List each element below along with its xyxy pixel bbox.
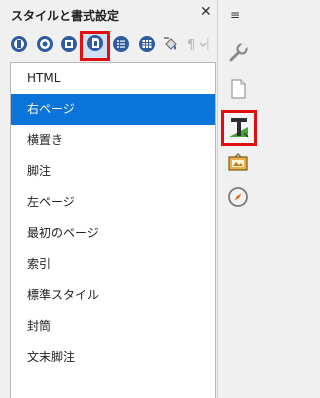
list-item-selected[interactable]: 右ページ: [11, 94, 215, 125]
list-item[interactable]: 最初のページ: [11, 218, 215, 249]
new-style-icon[interactable]: ¶: [184, 33, 212, 55]
panel-title-bar: スタイルと書式設定 ✕: [0, 0, 218, 28]
styles-icon[interactable]: [221, 110, 257, 146]
character-styles-icon[interactable]: [34, 33, 56, 55]
style-list: HTML 右ページ 横置き 脚注 左ページ 最初のページ 索引 標準スタイル 封…: [10, 62, 216, 398]
styles-panel: スタイルと書式設定 ✕ ¶ HTML 右ページ 横置き 脚注 左ページ 最初のペ…: [0, 0, 218, 398]
list-item[interactable]: 索引: [11, 249, 215, 280]
list-item[interactable]: 左ページ: [11, 187, 215, 218]
navigator-icon[interactable]: [221, 180, 255, 214]
properties-icon[interactable]: [221, 36, 255, 70]
paragraph-styles-icon[interactable]: [8, 33, 30, 55]
panel-title: スタイルと書式設定: [11, 9, 120, 23]
page-icon[interactable]: [221, 72, 255, 106]
svg-text:¶: ¶: [187, 38, 195, 53]
list-item[interactable]: 標準スタイル: [11, 280, 215, 311]
frame-styles-icon[interactable]: [58, 33, 80, 55]
fill-format-icon[interactable]: [160, 33, 182, 55]
list-item[interactable]: 文末脚注: [11, 342, 215, 373]
page-styles-icon[interactable]: [84, 32, 106, 54]
list-item[interactable]: HTML: [11, 63, 215, 94]
style-category-toolbar: ¶: [0, 30, 218, 60]
table-styles-icon[interactable]: [136, 33, 158, 55]
close-icon[interactable]: ✕: [200, 4, 212, 20]
sidebar-menu-icon[interactable]: ≡: [230, 8, 240, 22]
list-item[interactable]: 封筒: [11, 311, 215, 342]
list-item[interactable]: 横置き: [11, 125, 215, 156]
list-styles-icon[interactable]: [110, 33, 132, 55]
list-item[interactable]: 脚注: [11, 156, 215, 187]
gallery-icon[interactable]: [221, 146, 255, 180]
